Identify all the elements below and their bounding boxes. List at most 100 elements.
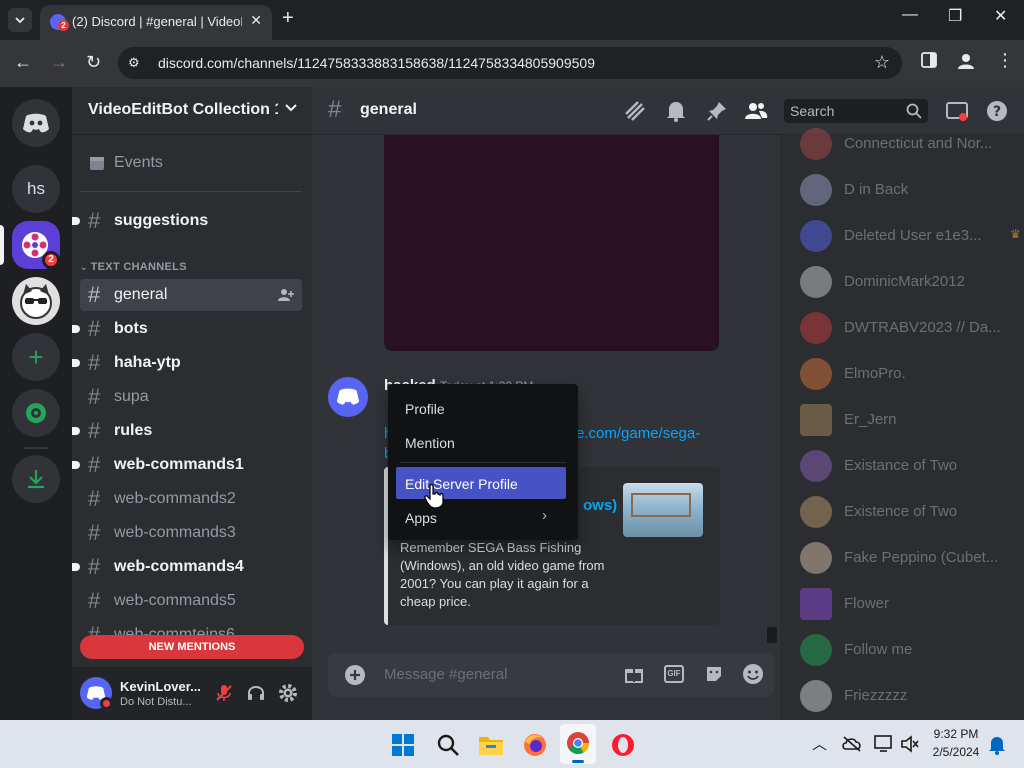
side-panel-icon[interactable] xyxy=(920,51,938,74)
add-server-button[interactable]: + xyxy=(12,333,60,381)
message-composer[interactable]: Message #general GIF xyxy=(328,653,774,697)
add-attachment-icon[interactable] xyxy=(344,664,366,686)
close-window-button[interactable]: ✕ xyxy=(994,6,1007,26)
message-link[interactable]: e.com/game/sega- xyxy=(576,425,700,442)
chevron-up-icon[interactable]: ︿ xyxy=(812,733,827,754)
volume-muted-icon[interactable] xyxy=(900,735,920,753)
embed-title[interactable]: ows) xyxy=(583,497,617,514)
menu-item-edit-server-profile[interactable]: Edit Server Profile xyxy=(396,467,566,499)
channel-web-commands1[interactable]: # web-commands1 xyxy=(72,449,302,481)
gear-icon[interactable] xyxy=(278,683,298,703)
message-author-avatar[interactable] xyxy=(328,377,368,417)
menu-item-mention[interactable]: Mention xyxy=(396,426,566,458)
server-mention-badge: 2 xyxy=(42,251,60,269)
kebab-menu-icon[interactable]: ⋮ xyxy=(996,50,1014,71)
bell-icon[interactable] xyxy=(666,100,686,122)
minimize-button[interactable]: — xyxy=(902,6,918,24)
member-item[interactable]: Connecticut and Nor... xyxy=(800,123,1024,169)
member-item[interactable]: Friezzzzz xyxy=(800,675,1024,721)
channel-haha-ytp[interactable]: # haha-ytp xyxy=(72,347,302,379)
channel-name: web-commands3 xyxy=(114,524,236,541)
embed-thumbnail[interactable] xyxy=(623,483,703,537)
channel-bots[interactable]: # bots xyxy=(72,313,302,345)
tab-search-button[interactable] xyxy=(8,8,32,32)
member-avatar xyxy=(800,634,832,666)
member-item[interactable]: Er_Jern xyxy=(800,399,1024,445)
clock-time[interactable]: 9:32 PM xyxy=(932,727,980,741)
server-videoeditbot[interactable]: 2 xyxy=(12,221,60,269)
channel-supa[interactable]: # supa xyxy=(80,381,302,413)
restore-button[interactable]: ❐ xyxy=(948,6,962,26)
member-item[interactable]: Deleted User e1e3... ♛ xyxy=(800,215,1024,261)
channel-web-commands4[interactable]: # web-commands4 xyxy=(72,551,302,583)
windows-start-icon[interactable] xyxy=(391,733,415,757)
scrollbar-thumb[interactable] xyxy=(767,627,777,643)
pin-icon[interactable] xyxy=(706,100,728,122)
user-avatar[interactable] xyxy=(80,677,113,710)
headphones-icon[interactable] xyxy=(246,683,266,703)
server-cat[interactable] xyxy=(12,277,60,325)
file-explorer-icon[interactable] xyxy=(478,733,504,757)
display-icon[interactable] xyxy=(874,735,894,753)
search-input[interactable]: Search xyxy=(784,99,928,123)
dnd-status-icon xyxy=(100,697,113,710)
gif-icon[interactable]: GIF xyxy=(664,665,684,683)
firefox-icon[interactable] xyxy=(522,732,548,758)
menu-item-apps[interactable]: Apps › xyxy=(396,501,566,533)
channel-web-commteins6[interactable]: # web-commteins6 xyxy=(80,619,302,635)
menu-item-profile[interactable]: Profile xyxy=(396,392,566,424)
member-item[interactable]: DominicMark2012 xyxy=(800,261,1024,307)
member-item[interactable]: Existence of Two xyxy=(800,491,1024,537)
channel-web-commands3[interactable]: # web-commands3 xyxy=(80,517,302,549)
opera-icon[interactable] xyxy=(610,732,636,758)
member-name: D in Back xyxy=(844,181,909,198)
tab-close-icon[interactable]: ✕ xyxy=(250,12,262,29)
member-item[interactable]: Flower xyxy=(800,583,1024,629)
help-icon[interactable]: ? xyxy=(986,100,1008,122)
hashtag-icon: # xyxy=(88,208,101,233)
member-item[interactable]: D in Back xyxy=(800,169,1024,215)
new-tab-button[interactable]: + xyxy=(282,7,294,30)
channel-web-commands5[interactable]: # web-commands5 xyxy=(80,585,302,617)
channel-web-commands2[interactable]: # web-commands2 xyxy=(80,483,302,515)
member-list-icon[interactable] xyxy=(744,100,768,122)
member-avatar xyxy=(800,266,832,298)
channel-general[interactable]: # general xyxy=(80,279,302,311)
member-item[interactable]: Existance of Two xyxy=(800,445,1024,491)
channel-suggestions[interactable]: # suggestions xyxy=(72,205,302,237)
address-bar[interactable]: ⚙ discord.com/channels/11247583338831586… xyxy=(118,47,902,79)
reload-icon[interactable]: ↻ xyxy=(86,52,101,73)
member-item[interactable]: DWTRABV2023 // Da... xyxy=(800,307,1024,353)
mute-microphone-icon[interactable] xyxy=(214,683,234,703)
member-item[interactable]: Fake Peppino (Cubet... xyxy=(800,537,1024,583)
back-arrow-icon[interactable]: ← xyxy=(14,52,32,73)
inbox-icon[interactable] xyxy=(946,100,968,122)
browser-tab-discord[interactable]: 2 (2) Discord | #general | VideoEditBot … xyxy=(40,5,272,40)
explore-servers-button[interactable] xyxy=(12,389,60,437)
sticker-icon[interactable] xyxy=(704,664,724,684)
category-text-channels[interactable]: ⌄ TEXT CHANNELS xyxy=(80,261,187,273)
profile-icon[interactable] xyxy=(956,51,976,76)
clock-date[interactable]: 2/5/2024 xyxy=(932,745,980,759)
download-apps-button[interactable] xyxy=(12,455,60,503)
threads-icon[interactable] xyxy=(624,100,646,122)
gift-icon[interactable] xyxy=(624,664,644,684)
forward-arrow-icon[interactable]: → xyxy=(50,52,68,73)
server-hs[interactable]: hs xyxy=(12,165,60,213)
image-attachment[interactable] xyxy=(384,135,719,351)
channel-rules[interactable]: # rules xyxy=(72,415,302,447)
events-item[interactable]: Events xyxy=(80,147,302,179)
emoji-icon[interactable] xyxy=(742,663,764,685)
member-item[interactable]: ElmoPro. xyxy=(800,353,1024,399)
new-mentions-bar[interactable]: NEW MENTIONS xyxy=(80,635,304,659)
notification-bell-icon[interactable] xyxy=(988,735,1006,755)
bookmark-star-icon[interactable]: ☆ xyxy=(874,52,890,73)
member-item[interactable]: Follow me xyxy=(800,629,1024,675)
invite-user-icon[interactable] xyxy=(278,287,294,303)
search-icon[interactable] xyxy=(436,733,460,757)
chrome-taskbar-item[interactable] xyxy=(560,724,596,764)
cloud-offline-icon[interactable] xyxy=(842,735,862,753)
discord-home-button[interactable] xyxy=(12,99,60,147)
site-info-icon[interactable]: ⚙ xyxy=(128,55,144,71)
server-header[interactable]: VideoEditBot Collection 1.0 xyxy=(72,87,312,135)
